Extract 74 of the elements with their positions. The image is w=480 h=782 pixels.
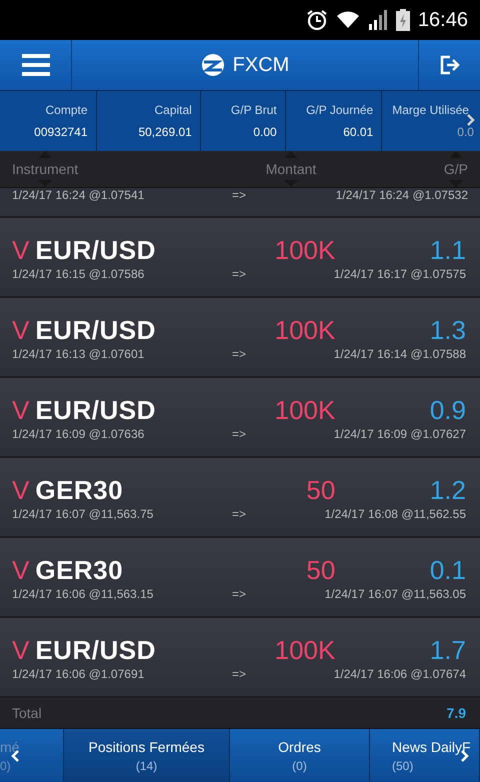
- side-indicator: V: [12, 234, 30, 266]
- close-detail: 1/24/17 16:14 @1.07588: [332, 347, 466, 361]
- summary-label: G/P Journée: [306, 103, 374, 117]
- open-detail: 1/24/17 16:06 @1.07691: [12, 667, 146, 681]
- summary-label: Compte: [46, 103, 88, 117]
- tab[interactable]: News DailyF (50): [370, 729, 480, 782]
- status-time: 16:46: [418, 8, 468, 32]
- tab[interactable]: Positions Fermées (14): [64, 729, 230, 782]
- instrument-name: EUR/USD: [35, 394, 157, 426]
- summary-label: G/P Brut: [230, 103, 277, 117]
- summary-value: 0.00: [253, 125, 277, 139]
- open-detail: 1/24/17 16:13 @1.07601: [12, 347, 146, 361]
- profit-value: 1.7: [428, 634, 466, 666]
- logout-icon: [438, 54, 460, 76]
- tab[interactable]: mé 0): [0, 729, 64, 782]
- app-title: FXCM: [232, 54, 290, 76]
- close-detail: 1/24/17 16:09 @1.07627: [332, 427, 466, 441]
- battery-charging-icon: [396, 9, 410, 31]
- signal-icon: [368, 10, 388, 30]
- chevron-right-icon[interactable]: [466, 113, 476, 127]
- close-detail: 1/24/17 16:24 @1.07532: [334, 188, 468, 202]
- summary-value: 50,269.01: [138, 125, 192, 139]
- side-indicator: V: [12, 554, 30, 586]
- tab[interactable]: Ordres (0): [230, 729, 370, 782]
- instrument-name: EUR/USD: [35, 634, 157, 666]
- summary-value: 60.01: [343, 125, 374, 139]
- logo-icon: [200, 53, 225, 77]
- amount-text: 100K: [274, 314, 336, 346]
- profit-value: 1.1: [428, 234, 466, 266]
- open-detail: 1/24/17 16:09 @1.07636: [12, 427, 146, 441]
- column-header[interactable]: G/P: [444, 161, 468, 177]
- alarm-clock-icon: [306, 9, 328, 31]
- amount-text: 100K: [274, 234, 336, 266]
- arrow-text: =>: [232, 427, 248, 441]
- close-detail: 1/24/17 16:07 @11,563.05: [324, 587, 466, 601]
- column-header[interactable]: Instrument: [12, 161, 78, 177]
- arrow-text: =>: [232, 667, 248, 681]
- arrow-text: =>: [232, 188, 248, 202]
- profit-value: 0.1: [428, 554, 466, 586]
- open-detail: 1/24/17 16:24 @1.07541: [12, 188, 146, 202]
- amount-text: 100K: [274, 394, 336, 426]
- instrument-name: GER30: [35, 474, 124, 506]
- summary-value: 0.0: [457, 125, 474, 139]
- open-detail: 1/24/17 16:15 @1.07586: [12, 267, 146, 281]
- total-label: Total: [12, 705, 42, 721]
- instrument-name: GER30: [35, 554, 124, 586]
- wifi-icon: [336, 10, 360, 30]
- column-header[interactable]: Montant: [266, 161, 316, 177]
- side-indicator: V: [12, 474, 30, 506]
- summary-value: 00932741: [34, 125, 88, 139]
- close-detail: 1/24/17 16:17 @1.07575: [332, 267, 466, 281]
- side-indicator: V: [12, 314, 30, 346]
- summary-label: Capital: [154, 103, 192, 117]
- open-detail: 1/24/17 16:07 @11,563.75: [12, 507, 154, 521]
- profit-value: 1.2: [428, 474, 466, 506]
- amount-text: 50: [305, 554, 336, 586]
- open-detail: 1/24/17 16:06 @11,563.15: [12, 587, 154, 601]
- profit-value: 0.9: [428, 394, 466, 426]
- arrow-text: =>: [232, 347, 248, 361]
- close-detail: 1/24/17 16:08 @11,562.55: [324, 507, 466, 521]
- side-indicator: V: [12, 394, 30, 426]
- instrument-name: EUR/USD: [35, 314, 157, 346]
- profit-value: 1.3: [428, 314, 466, 346]
- instrument-name: EUR/USD: [35, 234, 157, 266]
- arrow-text: =>: [232, 587, 248, 601]
- side-indicator: V: [12, 634, 30, 666]
- arrow-text: =>: [232, 507, 248, 521]
- amount-text: 100K: [274, 634, 336, 666]
- total-value: 7.9: [446, 705, 466, 721]
- arrow-text: =>: [232, 267, 248, 281]
- close-detail: 1/24/17 16:06 @1.07674: [332, 667, 466, 681]
- amount-text: 50: [305, 474, 336, 506]
- summary-label: Marge Utilisée: [392, 103, 469, 117]
- menu-icon: [22, 54, 50, 76]
